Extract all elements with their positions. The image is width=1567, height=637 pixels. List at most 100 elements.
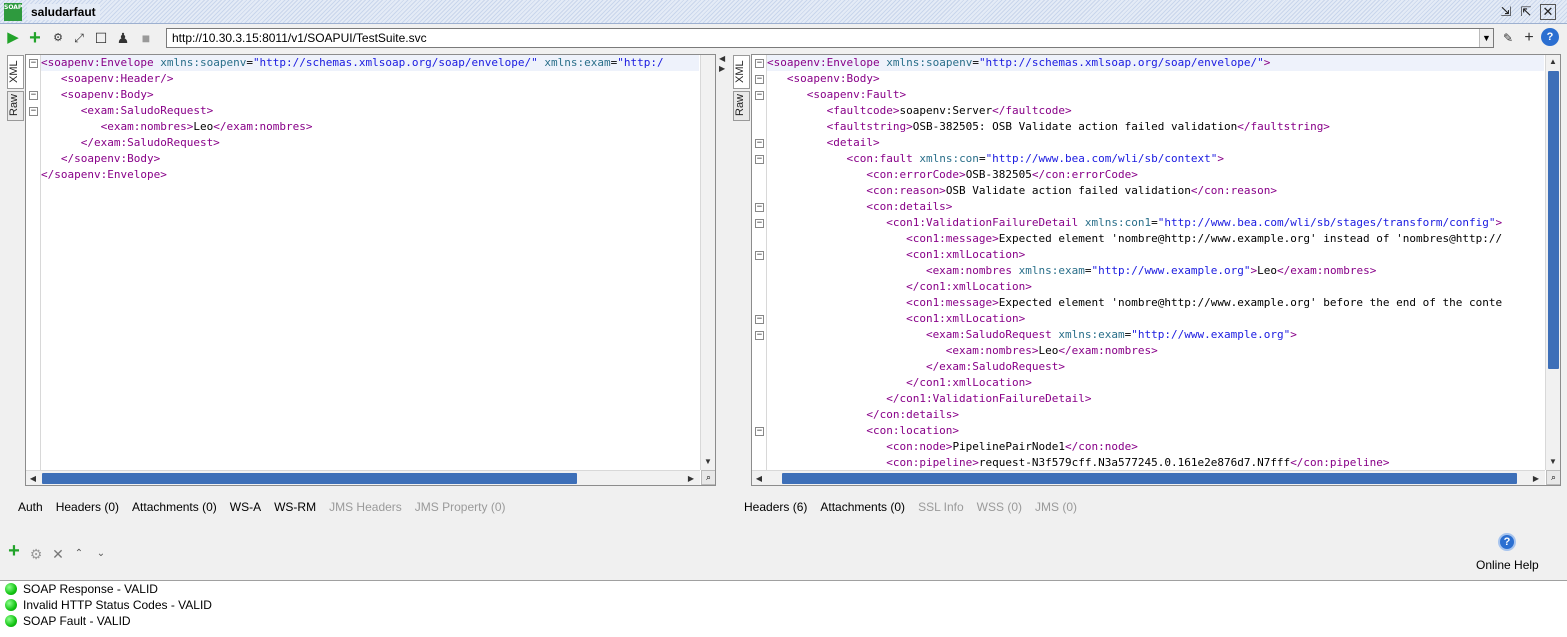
fold-icon[interactable]: − [755,219,764,228]
status-valid-icon [5,599,17,611]
endpoint-url-text: http://10.30.3.15:8011/v1/SOAPUI/TestSui… [172,31,427,45]
response-xml-line: </con:details> [767,407,1544,423]
fold-icon[interactable]: − [755,251,764,260]
scroll-right-icon[interactable]: ▶ [684,471,698,485]
add-endpoint-icon[interactable]: + [1519,28,1539,48]
xml-token: OSB-382505: OSB Validate action failed v… [912,120,1238,133]
response-vertical-scrollbar[interactable]: ▲ ▼ [1545,55,1560,470]
xml-token: = [1151,216,1158,229]
remove-assertion-icon[interactable]: ✕ [50,546,66,562]
undock-icon[interactable]: ⇱ [1517,3,1535,21]
move-down-icon[interactable]: ⌄ [93,546,109,562]
disabled-square-icon: ■ [141,30,151,46]
scroll-left-icon[interactable]: ◀ [26,471,40,485]
request-tab-ws-a[interactable]: WS-A [230,498,261,516]
request-tab-auth[interactable]: Auth [18,498,43,516]
assertion-item[interactable]: SOAP Response - VALID [0,581,1567,597]
fold-icon[interactable]: − [755,155,764,164]
collapse-left-icon[interactable]: ◀ [719,54,725,63]
assertion-label: SOAP Fault - VALID [23,614,131,628]
add-icon[interactable]: + [25,28,45,48]
response-tab-wss-0: WSS (0) [976,500,1022,514]
zoom-icon[interactable]: ⌕ [1546,470,1560,485]
create-test-case-icon[interactable]: ⚙ [48,28,68,48]
online-help-icon[interactable]: ? [1498,533,1516,551]
request-tab-ws-rm[interactable]: WS-RM [274,498,316,516]
request-hscroll-thumb[interactable] [42,473,577,484]
user-icon[interactable]: ♟ [113,28,133,48]
xml-token: soapenv:Server [899,104,993,117]
xml-token: Expected element 'nombre@http://www.exam… [998,232,1503,245]
scroll-down-icon[interactable]: ▼ [1546,455,1560,469]
scroll-down-icon[interactable]: ▼ [701,455,715,469]
scroll-left-icon[interactable]: ◀ [752,471,766,485]
request-xml-content: <soapenv:Envelope xmlns:soapenv="http://… [41,55,699,183]
edit-endpoint-icon[interactable]: ✎ [1498,28,1518,48]
soapui-app-icon: SOAP [4,3,22,21]
xml-token: OSB-382505 [965,168,1032,181]
collapse-right-icon[interactable]: ▶ [719,64,725,73]
request-horizontal-scrollbar[interactable]: ◀ ▶ [26,470,700,485]
response-hscroll-thumb[interactable] [782,473,1517,484]
fold-icon[interactable]: − [755,91,764,100]
response-xml-editor[interactable]: − − − − − − − − − − − <soapenv:Envelope … [751,54,1561,486]
fold-icon[interactable]: − [755,139,764,148]
stop-icon[interactable]: ☐ [91,28,111,48]
xml-token: </exam:nombres> [1058,344,1158,357]
tab-raw-response[interactable]: Raw [733,91,750,121]
close-icon[interactable]: ✕ [1540,4,1556,20]
fold-icon[interactable]: − [29,107,38,116]
assertion-label: SOAP Response - VALID [23,582,158,596]
xml-token: xmlns:con1 [1084,216,1152,229]
xml-token: "http://www.bea.com/wli/sb/context" [985,152,1218,165]
fold-icon[interactable]: − [29,91,38,100]
submit-request-icon[interactable]: ▶ [3,28,23,48]
zoom-icon[interactable]: ⌕ [701,470,715,485]
xml-token: xmlns:con [919,152,979,165]
configure-assertion-icon[interactable]: ⚙ [28,546,44,562]
request-tab-headers-0[interactable]: Headers (0) [56,498,119,516]
fold-icon[interactable]: − [755,203,764,212]
response-tab-headers-6[interactable]: Headers (6) [744,498,807,516]
request-tab-attachments-0[interactable]: Attachments (0) [132,498,217,516]
status-valid-icon [5,615,17,627]
scroll-right-icon[interactable]: ▶ [1529,471,1543,485]
fold-icon[interactable]: − [755,59,764,68]
xml-token: <con1:xmlLocation> [767,312,1026,325]
tab-xml-request[interactable]: XML [7,55,24,89]
assertion-item[interactable]: Invalid HTTP Status Codes - VALID [0,597,1567,613]
fold-icon[interactable]: − [755,315,764,324]
response-tab-attachments-0[interactable]: Attachments (0) [820,498,905,516]
fold-icon[interactable]: − [755,75,764,84]
move-up-icon[interactable]: ⌃ [71,546,87,562]
online-help-link[interactable]: Online Help [1476,558,1539,572]
fold-icon[interactable]: − [29,59,38,68]
request-xml-editor[interactable]: − − − <soapenv:Envelope xmlns:soapenv="h… [25,54,716,486]
xml-token: xmlns:soapenv [160,56,247,69]
panel-splitter[interactable]: ◀ ▶ [717,52,727,522]
response-xml-line: <con:fault xmlns:con="http://www.bea.com… [767,151,1544,167]
xml-token: xmlns:exam [544,56,611,69]
tab-raw-request[interactable]: Raw [7,91,24,121]
response-vscroll-thumb[interactable] [1548,71,1559,369]
chevron-down-icon[interactable]: ▼ [1479,29,1493,47]
fold-icon[interactable]: − [755,427,764,436]
dock-icon[interactable]: ⇲ [1497,3,1515,21]
add-assertion-icon[interactable]: + [6,541,22,561]
response-horizontal-scrollbar[interactable]: ◀ ▶ [752,470,1545,485]
help-icon[interactable]: ? [1541,28,1559,46]
fold-icon[interactable]: − [755,331,764,340]
resize-icon[interactable]: ⤢ [69,28,89,48]
request-toolbar: ▶ + ⚙ ⤢ ☐ ♟ ■ http://10.30.3.15:8011/v1/… [0,25,1567,51]
scroll-up-icon[interactable]: ▲ [1546,55,1560,69]
tab-xml-response[interactable]: XML [733,55,750,89]
xml-token: </con:errorCode> [1031,168,1138,181]
assertion-item[interactable]: SOAP Fault - VALID [0,613,1567,629]
request-vertical-scrollbar[interactable]: ▼ [700,55,715,470]
xml-token: <detail> [767,136,880,149]
xml-token: <con1:ValidationFailureDetail [767,216,1085,229]
xml-token: <faultcode> [767,104,900,117]
window-title: saludarfaut [27,4,100,20]
endpoint-url-field[interactable]: http://10.30.3.15:8011/v1/SOAPUI/TestSui… [166,28,1494,48]
xml-token: </con1:xmlLocation> [767,280,1032,293]
